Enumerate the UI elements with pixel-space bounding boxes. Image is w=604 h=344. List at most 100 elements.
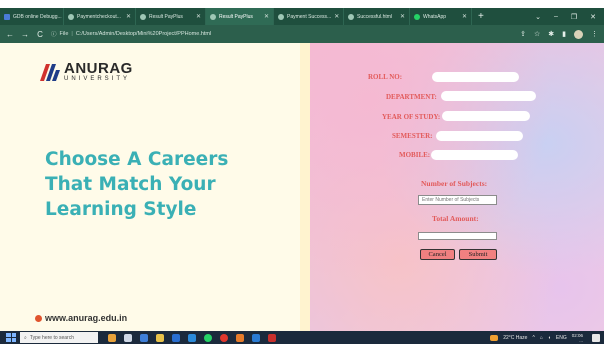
tab-result-payplus[interactable]: Result PayPlus ✕ (136, 8, 206, 25)
url-scheme-label: File (59, 31, 69, 37)
language-indicator[interactable]: ENG (556, 335, 567, 341)
app-icon[interactable] (236, 333, 244, 342)
file-explorer-icon[interactable] (156, 333, 164, 342)
widgets-icon[interactable] (108, 333, 116, 342)
task-view-icon[interactable] (124, 333, 132, 342)
promo-headline: Choose A Careers That Match Your Learnin… (45, 147, 228, 222)
screen-top-strip (0, 0, 604, 8)
tab-title: WhatsApp (423, 13, 447, 20)
network-icon[interactable]: ⌂ (540, 335, 543, 341)
anurag-logo-mark-icon (40, 63, 60, 81)
vscode-icon[interactable] (252, 333, 260, 342)
total-amount-heading: Total Amount: (432, 214, 479, 223)
chrome-icon[interactable] (220, 333, 228, 342)
toolbar-actions: ⇪ ☆ ✱ ▮ ⋮ (520, 29, 598, 39)
year-of-study-input[interactable] (442, 111, 530, 121)
tab-title: Successful.html (357, 13, 393, 20)
logo-subtitle: UNIVERSITY (64, 76, 131, 82)
notifications-icon[interactable] (592, 333, 600, 342)
weather-text[interactable]: 22°C Haze (503, 335, 527, 341)
minimize-button[interactable]: – (554, 13, 558, 21)
windows-taskbar: ⌕ Type here to search 22°C Haze ^ ⌂ ◖ EN… (0, 331, 604, 344)
page-viewport: ANURAG UNIVERSITY Choose A Careers That … (0, 43, 604, 331)
browser-tab-strip: GDB online Debugg... ✕ Paymentcheckout..… (0, 8, 604, 25)
tab-title: Result PayPlus (149, 13, 183, 20)
close-tab-icon[interactable]: ✕ (264, 13, 269, 20)
window-controls: ⌄ – ❐ ✕ (535, 13, 604, 21)
globe-icon (35, 314, 42, 322)
share-icon[interactable]: ⇪ (520, 30, 526, 38)
tab-title: GDB online Debugg... (13, 13, 62, 20)
tab-title: Paymentcheckout... (77, 13, 121, 20)
close-window-button[interactable]: ✕ (590, 13, 596, 21)
weather-icon[interactable] (490, 334, 499, 341)
url-separator: | (71, 31, 73, 37)
website-link[interactable]: www.anurag.edu.in (35, 313, 127, 323)
promo-panel: ANURAG UNIVERSITY Choose A Careers That … (0, 43, 300, 331)
close-tab-icon[interactable]: ✕ (196, 13, 201, 20)
store-icon[interactable] (172, 333, 180, 342)
mobile-input[interactable] (431, 150, 518, 160)
back-button[interactable]: ← (6, 30, 14, 39)
close-tab-icon[interactable]: ✕ (334, 13, 339, 20)
app-icon[interactable] (268, 333, 276, 342)
chevron-up-icon[interactable]: ^ (532, 335, 534, 341)
year-of-study-label: YEAR OF STUDY: (382, 113, 441, 121)
menu-icon[interactable]: ⋮ (591, 30, 598, 38)
university-logo: ANURAG UNIVERSITY (40, 61, 133, 83)
page-icon (210, 13, 216, 20)
page-icon (278, 13, 284, 20)
browser-address-bar: ← → C ⓘ File | C:/Users/Admin/Desktop/Mi… (0, 25, 604, 43)
reload-button[interactable]: C (36, 30, 44, 39)
page-icon (140, 13, 146, 20)
new-tab-button[interactable]: + (472, 11, 490, 22)
headline-line: That Match Your (45, 174, 216, 195)
number-of-subjects-heading: Number of Subjects: (421, 179, 488, 188)
bookmark-star-icon[interactable]: ☆ (534, 30, 540, 38)
semester-input[interactable] (436, 131, 523, 141)
clock[interactable]: 02:06 ... (572, 333, 583, 343)
profile-avatar[interactable] (574, 29, 583, 39)
page-icon (68, 13, 74, 20)
info-icon[interactable]: ⓘ (51, 30, 57, 38)
roll-no-input[interactable] (432, 72, 519, 82)
edge-icon[interactable] (188, 333, 196, 342)
logo-name: ANURAG (64, 60, 133, 77)
url-field[interactable]: ⓘ File | C:/Users/Admin/Desktop/Mini%20P… (51, 30, 211, 38)
tab-payment-success[interactable]: Payment Success... ✕ (274, 8, 344, 25)
taskbar-search-box[interactable]: ⌕ Type here to search (20, 332, 98, 343)
headline-line: Learning Style (45, 199, 197, 220)
page-icon (348, 13, 354, 20)
headline-line: Choose A Careers (45, 149, 229, 170)
volume-icon[interactable]: ◖ (548, 335, 551, 341)
sidepanel-icon[interactable]: ▮ (562, 30, 566, 38)
extensions-icon[interactable]: ✱ (548, 30, 554, 38)
search-icon: ⌕ (24, 334, 27, 341)
forward-button[interactable]: → (21, 30, 29, 39)
tab-title: Result PayPlus (219, 13, 253, 20)
tab-successful[interactable]: Successful.html ✕ (344, 8, 410, 25)
close-tab-icon[interactable]: ✕ (126, 13, 131, 20)
windows-start-icon[interactable] (6, 333, 16, 342)
number-of-subjects-input[interactable] (418, 195, 497, 205)
payment-form-panel: ROLL NO: DEPARTMENT: YEAR OF STUDY: SEME… (310, 43, 604, 331)
mobile-label: MOBILE: (399, 151, 431, 159)
mail-icon[interactable] (140, 333, 148, 342)
tab-gdb-online[interactable]: GDB online Debugg... ✕ (0, 8, 64, 25)
department-label: DEPARTMENT: (386, 93, 437, 101)
semester-label: SEMESTER: (392, 132, 433, 140)
tab-paymentcheckout[interactable]: Paymentcheckout... ✕ (64, 8, 136, 25)
close-tab-icon[interactable]: ✕ (400, 13, 405, 20)
tab-whatsapp[interactable]: WhatsApp ✕ (410, 8, 472, 25)
whatsapp-icon[interactable] (204, 333, 212, 342)
cancel-button[interactable]: Cancel (420, 249, 455, 260)
total-amount-field[interactable] (418, 232, 497, 240)
maximize-button[interactable]: ❐ (571, 13, 577, 21)
close-tab-icon[interactable]: ✕ (462, 13, 467, 20)
tab-result-payplus-active[interactable]: Result PayPlus ✕ (206, 8, 274, 25)
url-path: C:/Users/Admin/Desktop/Mini%20Project/PP… (75, 31, 212, 37)
submit-button[interactable]: Submit (459, 249, 497, 260)
roll-no-label: ROLL NO: (368, 73, 403, 81)
department-input[interactable] (441, 91, 536, 101)
chevron-down-icon[interactable]: ⌄ (535, 13, 541, 21)
